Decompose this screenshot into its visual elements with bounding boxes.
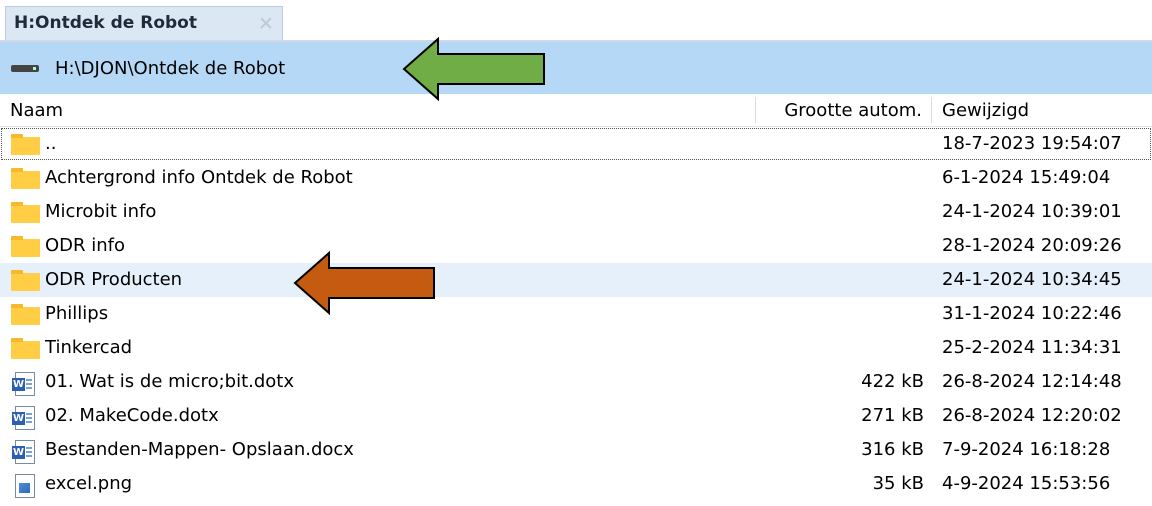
green-arrow-icon bbox=[402, 36, 545, 102]
list-item[interactable]: W 02. MakeCode.dotx 271 kB 26-8-2024 12:… bbox=[0, 399, 1152, 433]
row-odr-producten[interactable]: ODR Producten 24-1-2024 10:34:45 bbox=[0, 263, 1152, 297]
tab-title: H:Ontdek de Robot bbox=[14, 13, 197, 33]
column-header-modified[interactable]: Gewijzigd bbox=[942, 100, 1029, 121]
drive-icon bbox=[11, 65, 39, 72]
list-item[interactable]: Achtergrond info Ontdek de Robot 6-1-202… bbox=[0, 161, 1152, 195]
file-modified: 4-9-2024 15:53:56 bbox=[942, 473, 1111, 494]
file-modified: 24-1-2024 10:39:01 bbox=[942, 201, 1122, 222]
file-name: 02. MakeCode.dotx bbox=[45, 405, 219, 426]
column-header-name[interactable]: Naam bbox=[10, 100, 63, 121]
close-icon[interactable]: ✕ bbox=[258, 13, 274, 35]
word-template-icon: W bbox=[11, 372, 41, 396]
list-item-parent-folder[interactable]: .. 18-7-2023 19:54:07 bbox=[0, 127, 1152, 161]
folder-icon bbox=[11, 236, 41, 258]
file-modified: 25-2-2024 11:34:31 bbox=[942, 337, 1122, 358]
list-item[interactable]: Phillips 31-1-2024 10:22:46 bbox=[0, 297, 1152, 331]
folder-icon bbox=[11, 270, 41, 292]
folder-icon bbox=[11, 202, 41, 224]
list-item[interactable]: W 01. Wat is de micro;bit.dotx 422 kB 26… bbox=[0, 365, 1152, 399]
path-text: H:\DJON\Ontdek de Robot bbox=[55, 58, 286, 79]
file-name: Achtergrond info Ontdek de Robot bbox=[45, 167, 353, 188]
path-bar[interactable]: H:\DJON\Ontdek de Robot bbox=[0, 42, 1152, 94]
file-name: Bestanden-Mappen- Opslaan.docx bbox=[45, 439, 354, 460]
list-item[interactable]: excel.png 35 kB 4-9-2024 15:53:56 bbox=[0, 467, 1152, 501]
file-modified: 26-8-2024 12:14:48 bbox=[942, 371, 1122, 392]
word-template-icon: W bbox=[11, 406, 41, 430]
file-name: .. bbox=[45, 133, 57, 154]
file-list: .. 18-7-2023 19:54:07 Achtergrond info O… bbox=[0, 127, 1152, 501]
column-divider[interactable] bbox=[931, 97, 932, 123]
list-item[interactable]: Microbit info 24-1-2024 10:39:01 bbox=[0, 195, 1152, 229]
tab-ontdek-de-robot[interactable]: H:Ontdek de Robot ✕ bbox=[5, 6, 283, 42]
folder-icon bbox=[11, 168, 41, 190]
file-name: Tinkercad bbox=[45, 337, 133, 358]
folder-icon bbox=[11, 134, 41, 156]
file-modified: 26-8-2024 12:20:02 bbox=[942, 405, 1122, 426]
orange-arrow-icon bbox=[293, 250, 435, 316]
file-name: Microbit info bbox=[45, 201, 157, 222]
file-modified: 24-1-2024 10:34:45 bbox=[942, 269, 1122, 290]
file-modified: 28-1-2024 20:09:26 bbox=[942, 235, 1122, 256]
file-name: ODR Producten bbox=[45, 269, 183, 290]
list-item[interactable]: ODR info 28-1-2024 20:09:26 bbox=[0, 229, 1152, 263]
file-name: ODR info bbox=[45, 235, 126, 256]
image-file-icon bbox=[11, 474, 41, 498]
tab-strip: H:Ontdek de Robot ✕ bbox=[0, 0, 1152, 42]
list-item[interactable]: Tinkercad 25-2-2024 11:34:31 bbox=[0, 331, 1152, 365]
column-divider[interactable] bbox=[755, 97, 756, 123]
file-name: excel.png bbox=[45, 473, 133, 494]
folder-icon bbox=[11, 338, 41, 360]
file-size: 316 kB bbox=[861, 439, 924, 460]
file-size: 271 kB bbox=[861, 405, 924, 426]
file-size: 422 kB bbox=[861, 371, 924, 392]
file-name: Phillips bbox=[45, 303, 109, 324]
list-item[interactable]: W Bestanden-Mappen- Opslaan.docx 316 kB … bbox=[0, 433, 1152, 467]
file-modified: 18-7-2023 19:54:07 bbox=[942, 133, 1122, 154]
file-size: 35 kB bbox=[872, 473, 924, 494]
file-modified: 7-9-2024 16:18:28 bbox=[942, 439, 1111, 460]
column-header-size[interactable]: Grootte autom. bbox=[784, 100, 922, 121]
word-document-icon: W bbox=[11, 440, 41, 464]
file-modified: 31-1-2024 10:22:46 bbox=[942, 303, 1122, 324]
column-header-row: Naam Grootte autom. Gewijzigd bbox=[0, 94, 1152, 127]
folder-icon bbox=[11, 304, 41, 326]
file-name: 01. Wat is de micro;bit.dotx bbox=[45, 371, 294, 392]
file-modified: 6-1-2024 15:49:04 bbox=[942, 167, 1111, 188]
